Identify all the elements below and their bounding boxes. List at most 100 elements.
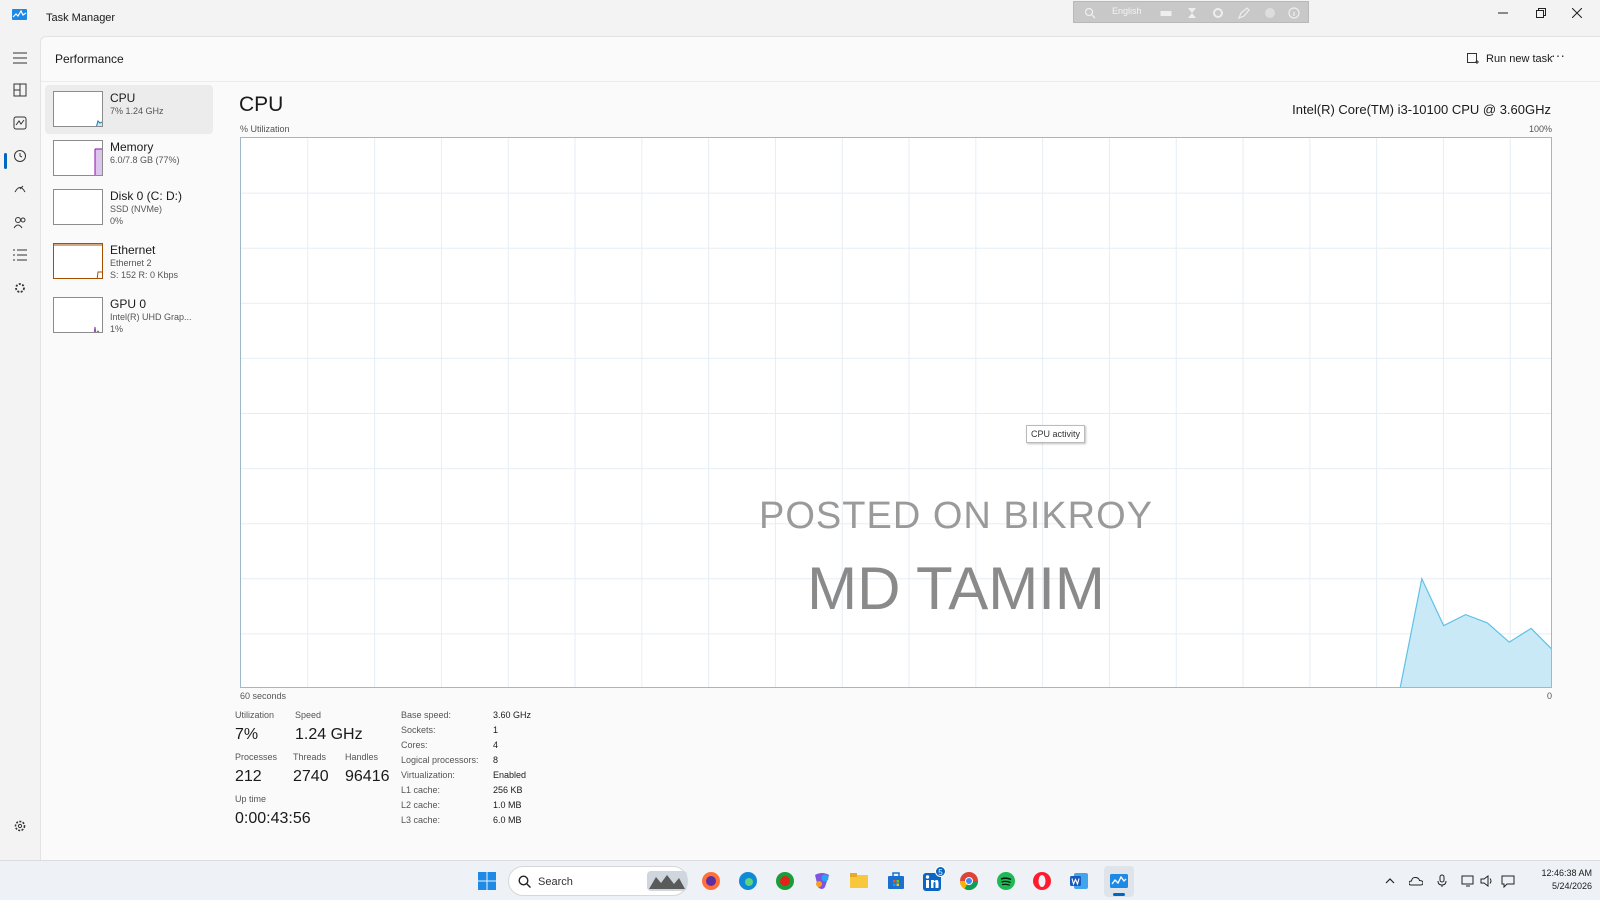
device-gpu-0[interactable]: GPU 0 Intel(R) UHD Grap... 1% <box>45 291 213 340</box>
device-ethernet[interactable]: Ethernet Ethernet 2 S: 152 R: 0 Kbps <box>45 237 213 286</box>
nav-settings[interactable] <box>11 817 29 835</box>
cpu-model-name: Intel(R) Core(TM) i3-10100 CPU @ 3.60GHz <box>1292 102 1551 117</box>
show-hidden-icons-chevron-icon[interactable] <box>1383 874 1397 888</box>
microphone-icon[interactable] <box>1435 874 1449 888</box>
spec-key: Sockets: <box>401 725 436 735</box>
device-name: Disk 0 (C: D:) <box>110 189 182 203</box>
spec-value: 4 <box>493 740 499 750</box>
active-indicator <box>4 153 7 169</box>
processes-value: 212 <box>235 768 262 785</box>
device-detail: 6.0/7.8 GB (77%) <box>110 155 180 165</box>
title-bar: Task Manager English <box>0 0 1600 36</box>
nav-startup-apps[interactable] <box>11 180 29 198</box>
close-button[interactable] <box>1554 0 1600 26</box>
clock[interactable]: 12:46:38 AM 5/24/2026 <box>1522 867 1592 893</box>
x-axis-label: 60 seconds <box>240 691 287 701</box>
onedrive-icon[interactable] <box>1409 874 1423 888</box>
spotify-icon[interactable] <box>996 871 1016 891</box>
nav-users[interactable] <box>11 213 29 231</box>
nav-performance[interactable] <box>11 114 29 132</box>
run-new-task-button[interactable]: Run new task <box>1467 48 1553 70</box>
cpu-utilization-graph[interactable]: CPU activity POSTED ON BIKROY MD TAMIM <box>240 137 1552 688</box>
nav-services[interactable] <box>11 279 29 297</box>
users-icon <box>13 217 26 229</box>
keyboard-icon[interactable] <box>1160 7 1172 19</box>
clock-time: 12:46:38 AM <box>1541 868 1592 878</box>
opera-icon[interactable] <box>1032 871 1052 891</box>
hourglass-icon[interactable] <box>1186 7 1198 19</box>
volume-icon[interactable] <box>1480 874 1494 888</box>
info-icon[interactable] <box>1288 7 1300 19</box>
device-detail: Intel(R) UHD Grap... <box>110 312 192 322</box>
spec-value: 1.0 MB <box>493 800 522 810</box>
history-icon <box>14 150 26 162</box>
spec-value: 6.0 MB <box>493 815 522 825</box>
ime-search-icon[interactable] <box>1084 7 1096 19</box>
search-highlight-image <box>647 871 687 891</box>
utilization-value: 7% <box>235 726 259 743</box>
cpu-mini-graph <box>96 120 102 126</box>
device-detail-2: 1% <box>110 324 124 334</box>
device-memory[interactable]: Memory 6.0/7.8 GB (77%) <box>45 134 213 183</box>
gpu-thumbnail <box>53 297 103 333</box>
spec-value: 1 <box>493 725 499 735</box>
chrome-icon[interactable] <box>959 871 979 891</box>
copilot-icon[interactable] <box>812 871 832 891</box>
header-divider <box>41 81 1600 82</box>
pen-icon[interactable] <box>1238 7 1250 19</box>
spec-value: Enabled <box>493 770 527 780</box>
device-detail-2: 0% <box>110 216 124 226</box>
task-manager-app-icon <box>12 9 27 20</box>
nav-details[interactable] <box>11 246 29 264</box>
help-icon[interactable] <box>1264 7 1276 19</box>
close-icon <box>1572 8 1582 18</box>
device-detail: SSD (NVMe) <box>110 204 163 214</box>
y-axis-label: % Utilization <box>240 124 290 134</box>
search-placeholder: Search <box>538 876 573 888</box>
spec-key: Virtualization: <box>401 770 455 780</box>
settings-gear-icon[interactable] <box>1212 7 1224 19</box>
task-manager-taskbar-button[interactable] <box>1104 866 1134 897</box>
linkedin-notification-badge: 5 <box>935 866 946 877</box>
device-disk-0[interactable]: Disk 0 (C: D:) SSD (NVMe) 0% <box>45 183 213 232</box>
taskbar: Search 5 12:46:38 AM 5/24/2026 <box>0 860 1600 900</box>
spec-key: L2 cache: <box>401 800 441 810</box>
gpu-mini-graph <box>93 326 100 332</box>
spec-value: 8 <box>493 755 499 765</box>
restore-icon <box>1536 8 1546 18</box>
edge-icon[interactable] <box>738 871 758 891</box>
clock-date: 5/24/2026 <box>1551 881 1592 891</box>
device-name: Ethernet <box>110 243 156 257</box>
processes-label: Processes <box>235 752 278 762</box>
cpu-activity-tooltip: CPU activity <box>1026 425 1086 443</box>
language-label[interactable]: English <box>1112 6 1142 16</box>
notifications-icon[interactable] <box>1501 874 1515 888</box>
page-title: Performance <box>55 52 124 66</box>
nav-app-history[interactable] <box>11 147 29 165</box>
handles-label: Handles <box>345 752 379 762</box>
taskbar-search-box[interactable]: Search <box>508 866 688 896</box>
handles-value: 96416 <box>345 768 390 785</box>
spec-key: Logical processors: <box>401 755 479 765</box>
device-detail: 7% 1.24 GHz <box>110 106 164 116</box>
uptime-label: Up time <box>235 794 267 804</box>
screen-recorder-icon[interactable] <box>775 871 795 891</box>
firefox-icon[interactable] <box>701 871 721 891</box>
word-icon[interactable] <box>1069 871 1089 891</box>
memory-thumbnail <box>53 140 103 176</box>
windows-start-icon[interactable] <box>477 871 497 891</box>
microsoft-store-icon[interactable] <box>886 871 906 891</box>
nav-processes[interactable] <box>11 81 29 99</box>
device-cpu[interactable]: CPU 7% 1.24 GHz <box>45 85 213 134</box>
speed-value: 1.24 GHz <box>295 726 363 743</box>
linkedin-button[interactable]: 5 <box>922 866 946 892</box>
more-options-button[interactable]: ··· <box>1545 45 1571 71</box>
language-bar[interactable]: English <box>1073 1 1309 23</box>
network-icon[interactable] <box>1461 874 1475 888</box>
threads-value: 2740 <box>293 768 329 785</box>
device-name: Memory <box>110 140 154 154</box>
hamburger-menu-button[interactable] <box>11 49 29 67</box>
memory-mini-graph <box>94 148 102 175</box>
file-explorer-icon[interactable] <box>849 871 869 891</box>
spec-value: 256 KB <box>493 785 523 795</box>
